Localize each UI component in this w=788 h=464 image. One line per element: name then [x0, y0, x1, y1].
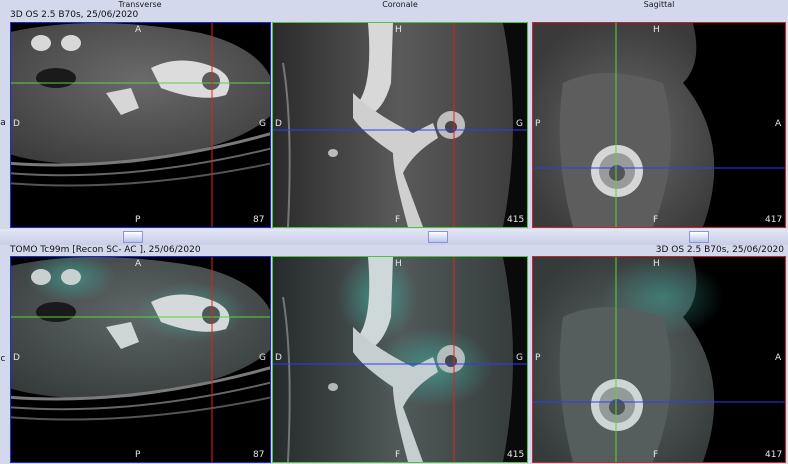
slice-number: 417	[765, 215, 783, 225]
slider-thumb-icon[interactable]	[689, 231, 709, 243]
orient-left: D	[13, 353, 20, 363]
orient-right: G	[259, 353, 266, 363]
viewport-coronal-fused[interactable]: H F D G 415	[272, 256, 528, 463]
side-letter-top: a	[0, 118, 6, 128]
header-coronal: Coronale	[382, 0, 418, 9]
orient-top: A	[135, 259, 142, 269]
slice-number: 415	[507, 450, 525, 460]
row-separator	[0, 229, 788, 245]
viewport-sagittal-fused[interactable]: H F P A 417	[532, 256, 786, 463]
orient-bottom: P	[135, 450, 141, 460]
orient-right: G	[516, 119, 523, 129]
orient-top: H	[653, 25, 660, 35]
orient-top: H	[653, 259, 660, 269]
slice-number: 87	[253, 215, 265, 225]
viewport-coronal-ct[interactable]: H F D G 415	[272, 22, 528, 228]
orient-right: A	[775, 119, 782, 129]
series-label-bottom-left: TOMO Tc99m [Recon SC- AC ], 25/06/2020	[10, 245, 201, 255]
orient-right: A	[775, 353, 782, 363]
header-sagittal: Sagittal	[643, 0, 675, 9]
viewport-sagittal-ct[interactable]: H F P A 417	[532, 22, 786, 228]
orient-left: P	[535, 119, 541, 129]
orient-left: D	[275, 119, 282, 129]
orient-bottom: F	[653, 215, 659, 225]
series-label-bottom-right: 3D OS 2.5 B70s, 25/06/2020	[655, 245, 784, 255]
slider-thumb-icon[interactable]	[428, 231, 448, 243]
side-letter-bottom: c	[0, 354, 6, 364]
orient-top: H	[395, 25, 402, 35]
viewport-transverse-ct[interactable]: A P D G 87	[10, 22, 271, 228]
orient-left: D	[275, 353, 282, 363]
orient-bottom: F	[395, 450, 401, 460]
orient-bottom: F	[395, 215, 401, 225]
viewport-transverse-fused[interactable]: A P D G 87	[10, 256, 271, 463]
orient-right: G	[259, 119, 266, 129]
header-transverse: Transverse	[118, 0, 162, 9]
orient-right: G	[516, 353, 523, 363]
orient-top: A	[135, 25, 142, 35]
slice-number: 415	[507, 215, 525, 225]
orient-left: P	[535, 353, 541, 363]
orient-left: D	[13, 119, 20, 129]
slice-number: 417	[765, 450, 783, 460]
slice-number: 87	[253, 450, 265, 460]
orient-top: H	[395, 259, 402, 269]
orient-bottom: P	[135, 215, 141, 225]
orient-bottom: F	[653, 450, 659, 460]
slider-thumb-icon[interactable]	[123, 231, 143, 243]
series-label-top: 3D OS 2.5 B70s, 25/06/2020	[10, 10, 139, 20]
